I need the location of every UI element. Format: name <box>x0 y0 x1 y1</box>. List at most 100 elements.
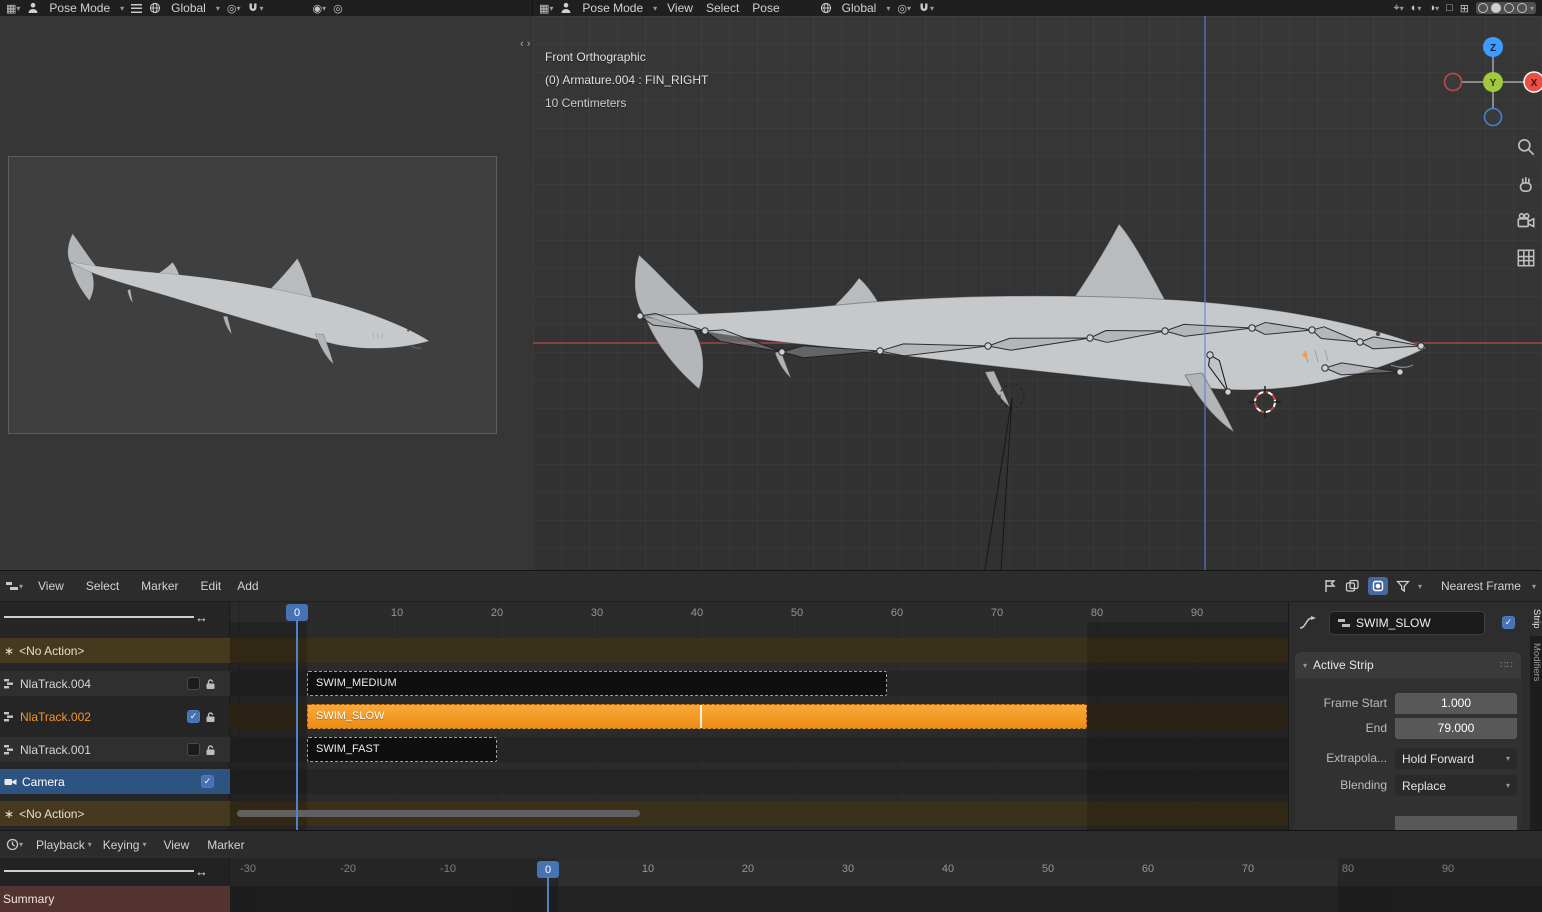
pivot-point-icon[interactable]: ◎ ▾ <box>897 2 911 15</box>
tl-keying-chevron[interactable]: ▾ <box>142 840 146 849</box>
nla-menu-add[interactable]: Add <box>234 579 261 593</box>
snap-mode-dropdown[interactable]: Nearest Frame <box>1438 579 1524 593</box>
snap-mode-chevron[interactable]: ▾ <box>1532 582 1536 591</box>
nla-strip-swim-slow[interactable]: SWIM_SLOW <box>307 704 1087 729</box>
shading-material-icon[interactable] <box>1503 3 1514 13</box>
viewport-box-icon[interactable]: □ <box>1446 2 1453 14</box>
orientation-dropdown[interactable]: Global <box>168 1 209 15</box>
active-strip-panel-header[interactable]: ▾ Active Strip ∷∷ <box>1295 652 1521 678</box>
filter-funnel-icon[interactable] <box>1395 580 1410 593</box>
shading-solid-icon[interactable] <box>1490 3 1501 13</box>
channel-row-camera[interactable]: Camera ✓ <box>0 769 230 794</box>
zoom-icon[interactable] <box>1515 136 1537 158</box>
tl-menu-keying[interactable]: Keying <box>100 838 143 852</box>
extrapolation-dropdown[interactable]: Hold Forward ▾ <box>1395 748 1517 769</box>
clipped-field[interactable] <box>1395 816 1517 830</box>
editor-type-icon[interactable]: ▦ ▾ <box>6 2 20 15</box>
hamburger-icon[interactable] <box>131 3 143 13</box>
mode-dropdown[interactable]: Pose Mode <box>46 1 113 15</box>
shading-chevron[interactable]: ▾ <box>1530 4 1534 13</box>
mode-dropdown[interactable]: Pose Mode <box>579 1 646 15</box>
track-mute-checkbox[interactable] <box>187 677 200 690</box>
overlays-icon[interactable]: ◐ ▾ <box>1411 2 1422 14</box>
frame-start-field[interactable]: 1.000 <box>1395 693 1517 714</box>
panel-drag-handle[interactable]: ∷∷ <box>1500 660 1513 671</box>
orientation-dropdown[interactable]: Global <box>839 1 880 15</box>
camera-viewport[interactable] <box>0 16 534 570</box>
lock-icon[interactable] <box>205 678 216 690</box>
timeline-ruler[interactable]: -30-20-100102030405060708090 0 <box>230 858 1542 886</box>
animate-property-icon[interactable] <box>1299 616 1317 630</box>
nla-menu-view[interactable]: View <box>35 579 67 593</box>
ortho-grid-icon[interactable] <box>1515 247 1537 269</box>
tl-menu-view[interactable]: View <box>160 838 192 852</box>
proportional-editing-icon[interactable]: ◉ ▾ <box>312 2 326 15</box>
strip-name-field[interactable]: SWIM_SLOW <box>1329 611 1485 635</box>
frame-end-field[interactable]: 79.000 <box>1395 718 1517 739</box>
nla-editor-type-icon[interactable]: ▾ <box>6 581 23 592</box>
gizmo-cursor-icon[interactable]: ⌖ ▾ <box>1394 2 1404 15</box>
channel-row-nlatrack-004[interactable]: NlaTrack.004 <box>0 671 230 696</box>
track-mute-checkbox[interactable] <box>187 743 200 756</box>
navigation-gizmo[interactable]: Z X Y <box>1440 34 1542 134</box>
pose-viewport[interactable]: Front Orthographic (0) Armature.004 : FI… <box>533 16 1542 570</box>
nla-current-frame-badge[interactable]: 0 <box>286 604 308 621</box>
timeline-editor-type-icon[interactable]: ▾ <box>6 838 23 851</box>
summary-channel[interactable]: Summary <box>0 886 230 912</box>
lock-icon[interactable] <box>205 711 216 723</box>
tab-strip[interactable]: Strip <box>1530 602 1542 636</box>
orientation-chevron[interactable]: ▾ <box>216 4 220 13</box>
viewport-grid-icon[interactable]: ⊞ <box>1460 2 1469 15</box>
sync-strip-toggle-icon[interactable] <box>1367 577 1388 595</box>
menu-select[interactable]: Select <box>703 1 742 15</box>
shading-rendered-icon[interactable] <box>1516 3 1527 13</box>
shading-wireframe-icon[interactable] <box>1477 3 1488 13</box>
pan-hand-icon[interactable] <box>1515 173 1537 195</box>
strip-enable-checkbox[interactable]: ✓ <box>1502 616 1515 629</box>
panel-collapse-chevron[interactable]: ▾ <box>1303 661 1307 670</box>
nla-menu-marker[interactable]: Marker <box>138 579 181 593</box>
menu-view[interactable]: View <box>664 1 696 15</box>
nla-menu-select[interactable]: Select <box>83 579 122 593</box>
menu-pose[interactable]: Pose <box>749 1 782 15</box>
action-icon: ∗ <box>4 643 15 658</box>
summary-keyframe-area[interactable] <box>230 886 1542 912</box>
pose-viewport-canvas <box>533 16 1542 570</box>
timeline-scrollbar-arrows[interactable]: ↔ <box>195 864 208 879</box>
falloff-icon[interactable]: ◎ <box>333 2 343 15</box>
overlap-frames-icon[interactable] <box>1345 579 1360 593</box>
lock-icon[interactable] <box>205 744 216 756</box>
channel-scrollbar[interactable] <box>4 616 194 618</box>
pivot-point-icon[interactable]: ◎ ▾ <box>227 2 241 15</box>
camera-view-icon[interactable] <box>1515 210 1537 232</box>
channel-row-nlatrack-002[interactable]: NlaTrack.002 ✓ <box>0 704 230 729</box>
nla-strip-swim-fast[interactable]: SWIM_FAST <box>307 737 497 762</box>
filter-chevron[interactable]: ▾ <box>1418 582 1422 591</box>
channel-scrollbar-arrows[interactable]: ↔ <box>195 610 208 625</box>
snap-magnet-icon[interactable]: ▾ <box>247 2 263 14</box>
track-mute-checkbox[interactable]: ✓ <box>187 710 200 723</box>
snap-magnet-icon[interactable]: ▾ <box>918 2 934 14</box>
timeline-scrollbar[interactable] <box>4 870 194 872</box>
mode-dropdown-chevron[interactable]: ▾ <box>120 4 124 13</box>
flag-icon[interactable] <box>1323 579 1337 593</box>
blending-dropdown[interactable]: Replace ▾ <box>1395 775 1517 796</box>
object-checkbox[interactable]: ✓ <box>201 775 214 788</box>
tl-playback-chevron[interactable]: ▾ <box>88 840 92 849</box>
bone-origin-dot <box>1302 352 1308 358</box>
channel-row-nlatrack-001[interactable]: NlaTrack.001 <box>0 737 230 762</box>
mode-dropdown-chevron[interactable]: ▾ <box>653 4 657 13</box>
channel-row-no-action-2[interactable]: ∗ <No Action> <box>0 801 230 826</box>
orientation-chevron[interactable]: ▾ <box>886 4 890 13</box>
area-splitter-handle[interactable]: ‹ › <box>520 38 530 50</box>
timeline-current-frame-badge[interactable]: 0 <box>537 861 559 878</box>
nla-strip-swim-medium[interactable]: SWIM_MEDIUM <box>307 671 887 696</box>
tab-modifiers[interactable]: Modifiers <box>1530 636 1542 689</box>
nla-menu-edit[interactable]: Edit <box>198 579 225 593</box>
nla-strip-area[interactable]: 0 10 20 30 40 50 60 70 80 90 SWIM_MEDIUM SWIM_SLO… <box>230 602 1288 830</box>
tl-menu-marker[interactable]: Marker <box>204 838 247 852</box>
editor-type-icon[interactable]: ▦ ▾ <box>539 2 553 15</box>
tl-menu-playback[interactable]: Playback <box>33 838 88 852</box>
channel-row-no-action-1[interactable]: ∗ <No Action> <box>0 638 230 663</box>
xray-icon[interactable]: ◑ ▾ <box>1428 2 1439 14</box>
